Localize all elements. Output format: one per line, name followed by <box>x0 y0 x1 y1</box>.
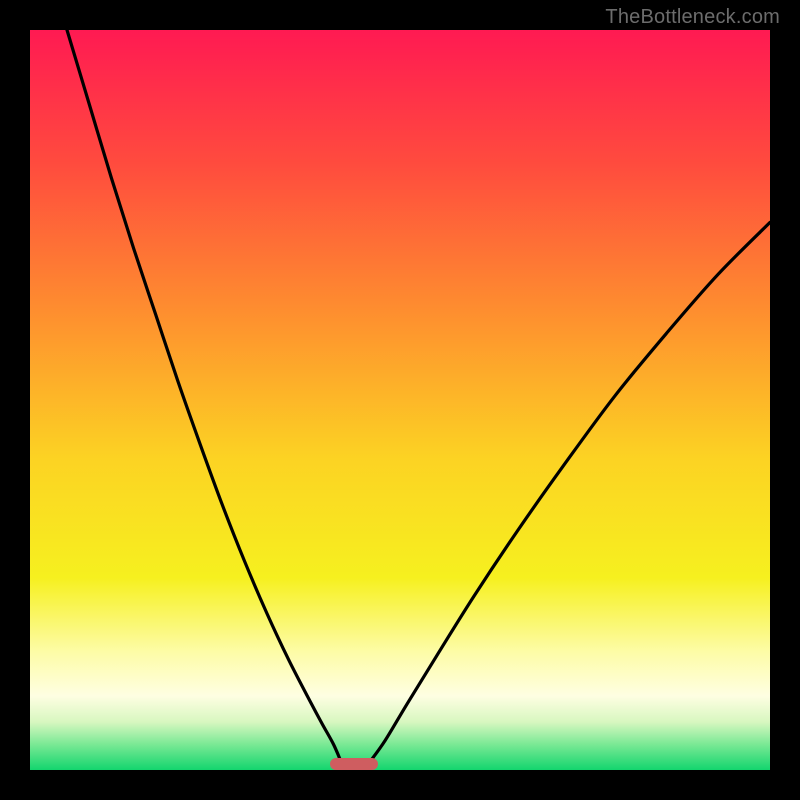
watermark-text: TheBottleneck.com <box>605 6 780 29</box>
background-gradient <box>30 30 770 770</box>
plot-area <box>30 30 770 770</box>
bottleneck-minimum-marker <box>330 758 378 770</box>
